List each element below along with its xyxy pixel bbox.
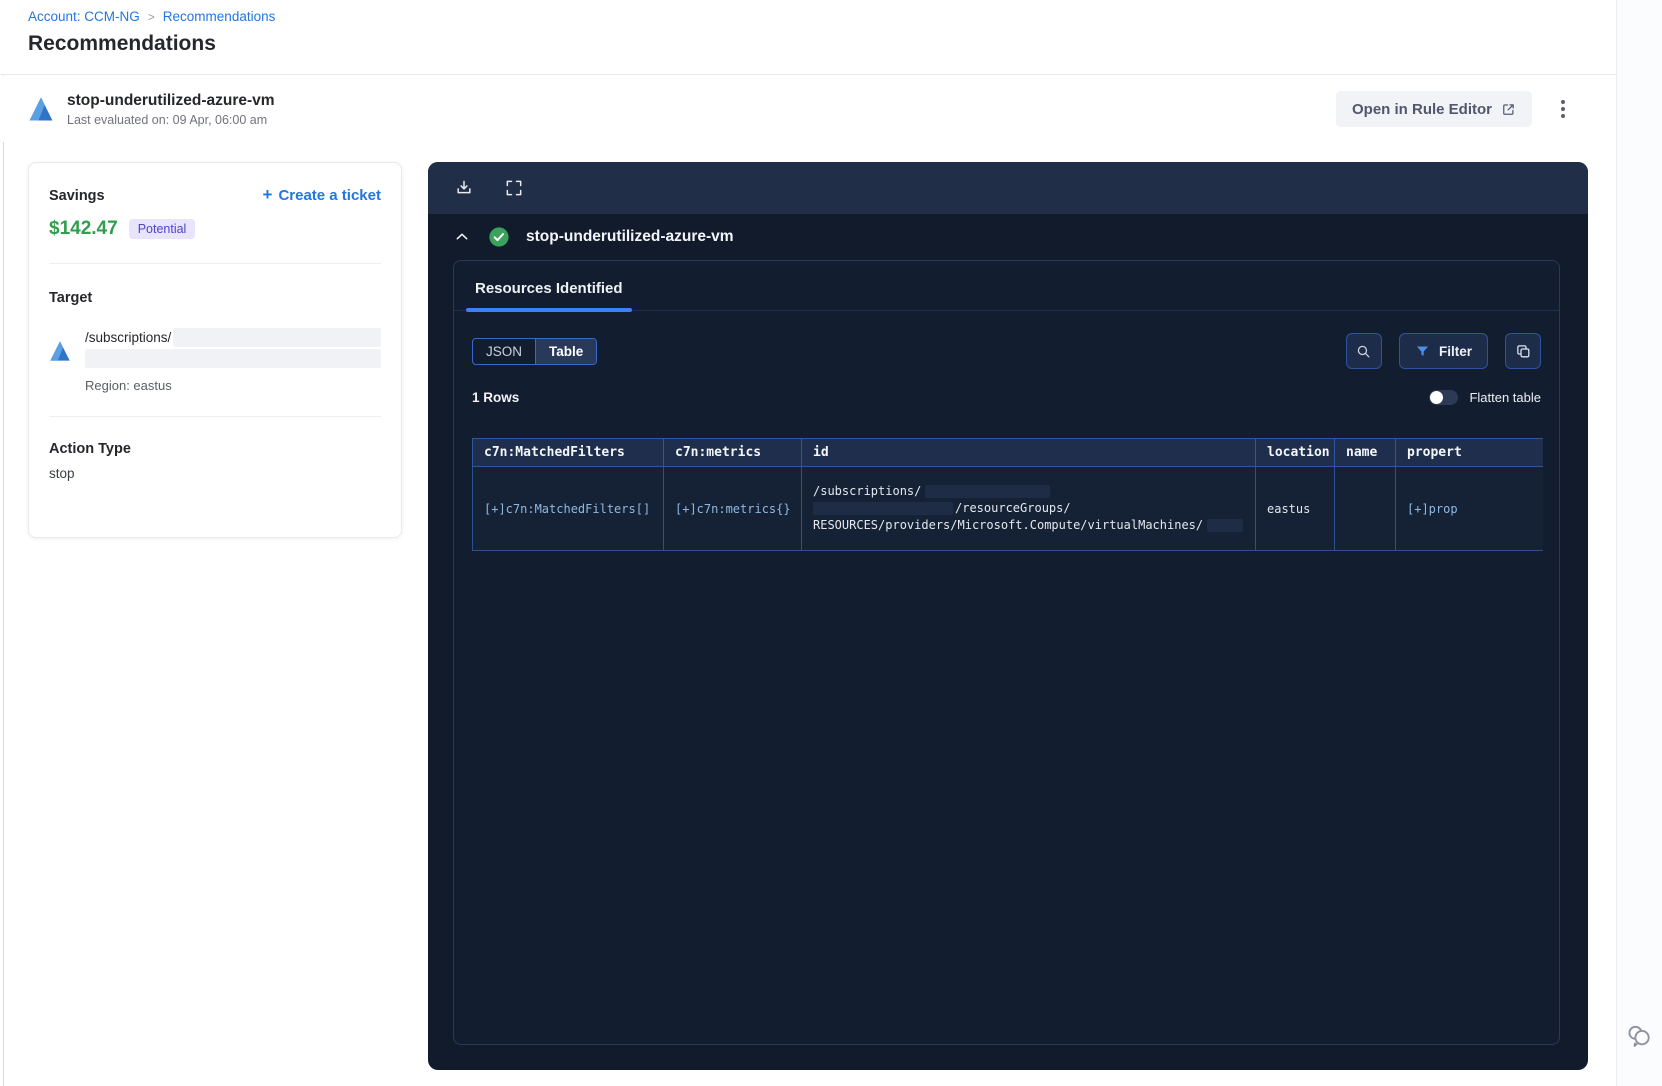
plus-icon: + bbox=[262, 185, 273, 204]
table-header-row: c7n:MatchedFilters c7n:metrics id locati… bbox=[472, 438, 1543, 467]
cell-id: /subscriptions/ /resourceGroups/ RESOURC… bbox=[801, 466, 1256, 551]
expand-metrics-link[interactable]: [+]c7n:metrics{} bbox=[675, 502, 791, 516]
id-line-2: /resourceGroups/ bbox=[955, 501, 1071, 515]
cell-matched-filters: [+]c7n:MatchedFilters[] bbox=[472, 466, 664, 551]
card-divider bbox=[49, 416, 381, 417]
redacted-value bbox=[85, 349, 381, 368]
target-row: /subscriptions/ Region: eastus bbox=[49, 328, 381, 393]
potential-badge: Potential bbox=[128, 219, 196, 239]
search-button[interactable] bbox=[1345, 333, 1382, 369]
rule-name: stop-underutilized-azure-vm bbox=[67, 91, 275, 109]
savings-label: Savings bbox=[49, 188, 105, 204]
success-check-icon bbox=[489, 227, 509, 247]
open-in-rule-editor-button[interactable]: Open in Rule Editor bbox=[1335, 91, 1532, 127]
filter-button[interactable]: Filter bbox=[1398, 333, 1488, 369]
cell-name bbox=[1334, 466, 1396, 551]
view-mode-segmented-control: JSON Table bbox=[472, 337, 598, 365]
target-label: Target bbox=[49, 290, 93, 306]
column-header-id: id bbox=[801, 438, 1256, 467]
panel-rule-title: stop-underutilized-azure-vm bbox=[526, 228, 734, 245]
page-title: Recommendations bbox=[28, 32, 216, 55]
target-subscription-path: /subscriptions/ bbox=[85, 330, 172, 345]
rows-count: 1 Rows bbox=[472, 390, 520, 405]
azure-icon bbox=[50, 341, 70, 361]
column-header-location: location bbox=[1255, 438, 1335, 467]
filter-label: Filter bbox=[1438, 343, 1472, 359]
copy-icon bbox=[1516, 344, 1529, 357]
column-header-metrics: c7n:metrics bbox=[663, 438, 802, 467]
savings-card: Savings + Create a ticket $142.47 Potent… bbox=[28, 162, 402, 538]
panel-rule-row: stop-underutilized-azure-vm bbox=[428, 214, 1588, 260]
azure-icon bbox=[29, 97, 53, 121]
fullscreen-icon[interactable] bbox=[504, 178, 524, 198]
rows-line: 1 Rows Flatten table bbox=[454, 390, 1559, 405]
filter-icon bbox=[1416, 346, 1429, 356]
external-link-icon bbox=[1503, 103, 1514, 115]
flatten-table-label: Flatten table bbox=[1469, 390, 1541, 405]
rule-last-evaluated: Last evaluated on: 09 Apr, 06:00 am bbox=[67, 112, 268, 127]
create-ticket-label: Create a ticket bbox=[278, 186, 381, 204]
download-icon[interactable] bbox=[454, 178, 474, 198]
results-panel: stop-underutilized-azure-vm Resources Id… bbox=[428, 162, 1588, 1070]
target-region: Region: eastus bbox=[85, 378, 172, 393]
id-line-3: RESOURCES/providers/Microsoft.Compute/vi… bbox=[813, 518, 1204, 532]
tab-row: Resources Identified bbox=[454, 261, 1559, 312]
id-line-1: /subscriptions/ bbox=[813, 484, 922, 498]
flatten-toggle-group: Flatten table bbox=[1429, 390, 1541, 405]
right-rail bbox=[1616, 0, 1662, 1086]
expand-matched-filters-link[interactable]: [+]c7n:MatchedFilters[] bbox=[484, 502, 650, 516]
rule-header-text: stop-underutilized-azure-vm Last evaluat… bbox=[67, 92, 275, 127]
resources-identified-card: Resources Identified JSON Table Filter 1… bbox=[453, 260, 1560, 1045]
create-ticket-link[interactable]: + Create a ticket bbox=[263, 185, 382, 205]
flatten-table-toggle[interactable] bbox=[1429, 390, 1459, 405]
rule-header-actions: Open in Rule Editor bbox=[1335, 91, 1572, 127]
action-type-label: Action Type bbox=[49, 441, 131, 457]
breadcrumb-separator: > bbox=[147, 9, 155, 24]
breadcrumb-recommendations-link[interactable]: Recommendations bbox=[163, 9, 276, 24]
resources-table-wrap: c7n:MatchedFilters c7n:metrics id locati… bbox=[472, 438, 1543, 551]
chevron-up-icon[interactable] bbox=[454, 229, 470, 245]
copy-button[interactable] bbox=[1505, 333, 1541, 369]
resources-table: c7n:MatchedFilters c7n:metrics id locati… bbox=[472, 438, 1543, 551]
cell-location: eastus bbox=[1255, 466, 1335, 551]
tab-resources-identified[interactable]: Resources Identified bbox=[466, 280, 632, 312]
redacted-value bbox=[813, 502, 953, 515]
cell-properties: [+]prop bbox=[1395, 466, 1543, 551]
page-edge-divider bbox=[3, 0, 4, 1086]
view-table-button[interactable]: Table bbox=[536, 338, 597, 364]
more-options-kebab-icon[interactable] bbox=[1554, 96, 1572, 122]
top-bar: Account: CCM-NG > Recommendations Recomm… bbox=[0, 0, 1616, 75]
column-header-name: name bbox=[1334, 438, 1396, 467]
search-icon bbox=[1358, 345, 1370, 357]
column-header-matched-filters: c7n:MatchedFilters bbox=[472, 438, 664, 467]
panel-toolbar bbox=[428, 162, 1588, 214]
column-header-properties: propert bbox=[1395, 438, 1543, 467]
savings-amount: $142.47 bbox=[49, 218, 118, 239]
open-in-rule-editor-label: Open in Rule Editor bbox=[1351, 100, 1492, 118]
redacted-value bbox=[173, 328, 381, 347]
redacted-value bbox=[925, 485, 1051, 498]
view-json-button[interactable]: JSON bbox=[473, 338, 537, 364]
redacted-value bbox=[1207, 519, 1244, 532]
chat-help-icon[interactable] bbox=[1625, 1022, 1653, 1050]
breadcrumb-account-link[interactable]: Account: CCM-NG bbox=[28, 9, 140, 24]
expand-properties-link[interactable]: [+]prop bbox=[1407, 502, 1458, 516]
rule-header: stop-underutilized-azure-vm Last evaluat… bbox=[0, 76, 1616, 142]
view-controls-row: JSON Table Filter bbox=[454, 333, 1559, 369]
cell-metrics: [+]c7n:metrics{} bbox=[663, 466, 802, 551]
card-divider bbox=[49, 263, 381, 264]
action-type-value: stop bbox=[49, 466, 75, 481]
breadcrumb: Account: CCM-NG > Recommendations bbox=[28, 9, 1616, 24]
table-row: [+]c7n:MatchedFilters[] [+]c7n:metrics{}… bbox=[472, 466, 1543, 551]
